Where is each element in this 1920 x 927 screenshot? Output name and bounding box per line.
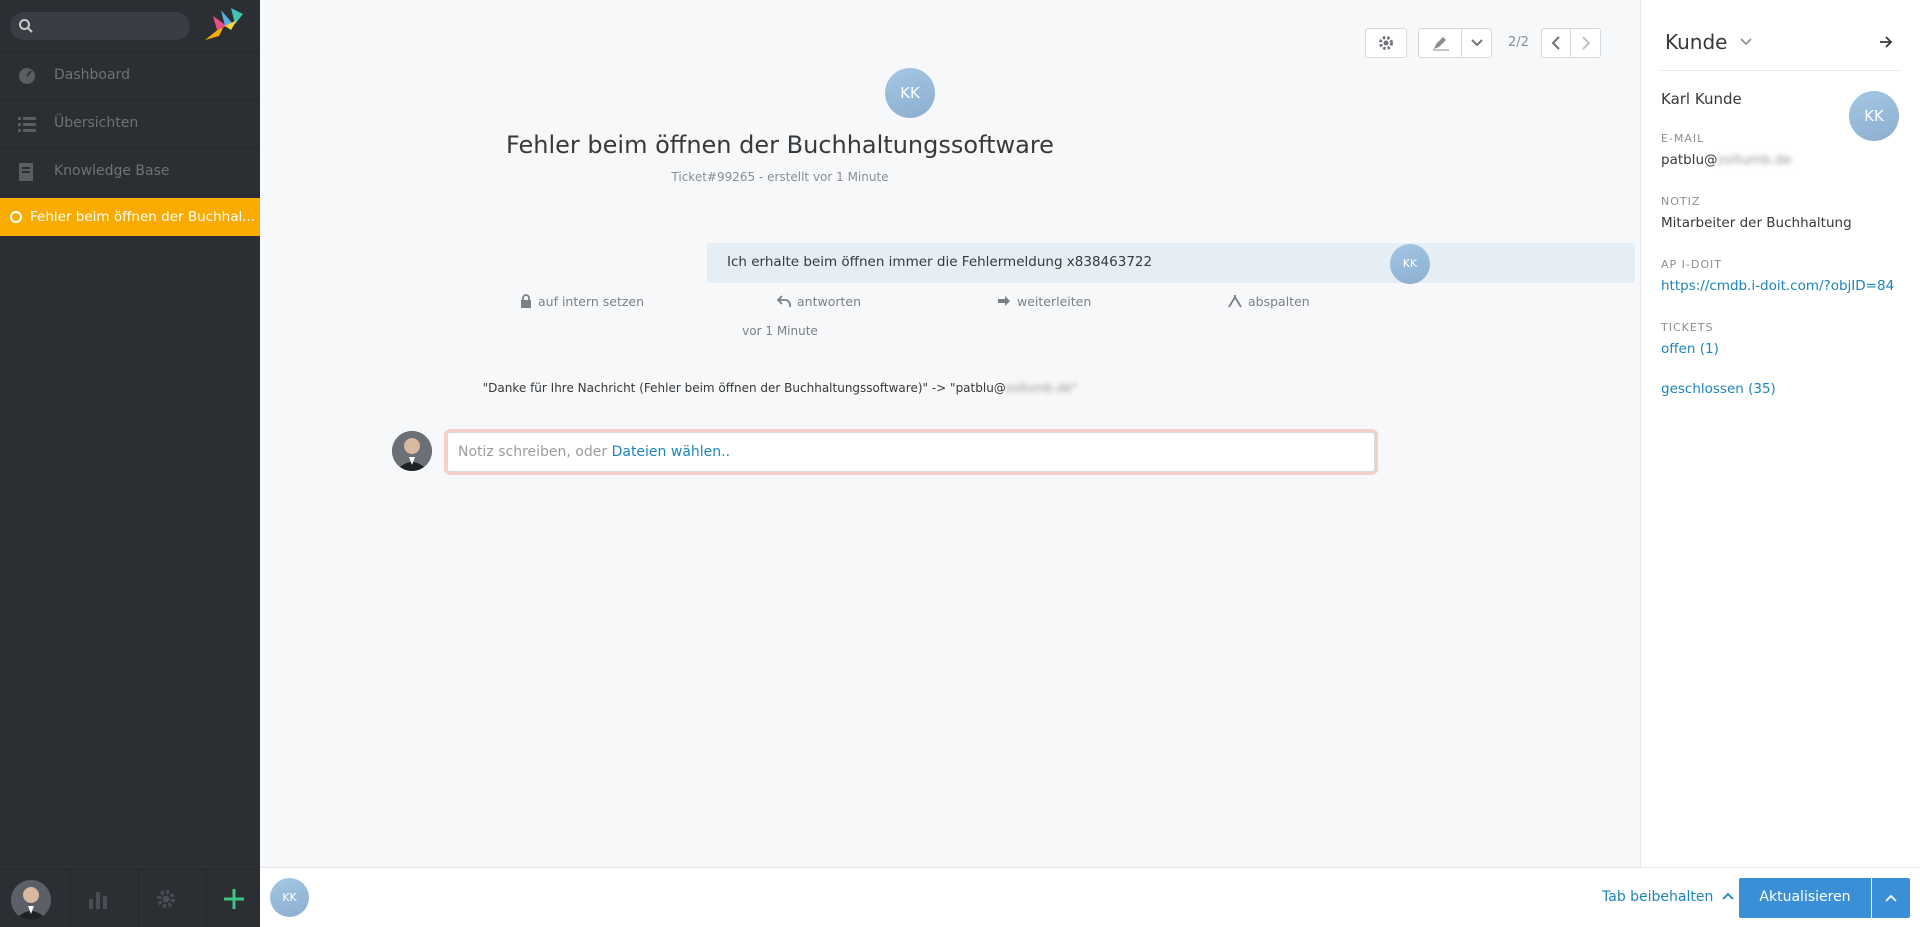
choose-files-link[interactable]: Dateien wählen.. xyxy=(612,444,730,460)
reports-button[interactable] xyxy=(70,870,124,927)
ap-idoit-label: AP I-DOIT xyxy=(1661,258,1722,271)
dashboard-icon xyxy=(19,68,35,84)
chevron-down-icon xyxy=(1740,38,1752,46)
chevron-left-icon xyxy=(1551,36,1560,50)
chevron-down-icon[interactable] xyxy=(1470,37,1484,49)
nav-overviews-label: Übersichten xyxy=(54,115,139,131)
email-label: E-MAIL xyxy=(1661,132,1705,145)
article-sender-avatar[interactable]: KK xyxy=(1390,244,1430,284)
auto-reply-text: "Danke für Ihre Nachricht (Fehler beim ö… xyxy=(482,381,1006,395)
ticket-bottom-bar: KK Tab beibehalten Aktualisieren xyxy=(260,867,1920,927)
user-avatar[interactable] xyxy=(11,880,51,920)
closed-tickets-link[interactable]: geschlossen (35) xyxy=(1661,381,1776,397)
split-action[interactable]: abspalten xyxy=(1228,294,1310,309)
ticket-main: 2/2 KK Fehler beim öffnen der Buchhaltun… xyxy=(260,0,1900,867)
forward-icon xyxy=(998,296,1010,306)
open-ticket-tab[interactable]: Fehler beim öffnen der Buchhal... xyxy=(0,198,260,236)
panel-divider xyxy=(1661,70,1901,71)
update-button[interactable]: Aktualisieren xyxy=(1739,878,1871,918)
customer-avatar-small[interactable]: KK xyxy=(270,878,309,917)
ticket-title[interactable]: Fehler beim öffnen der Buchhaltungssoftw… xyxy=(0,131,1560,159)
open-ticket-tab-label: Fehler beim öffnen der Buchhal... xyxy=(30,209,256,225)
customer-panel-header[interactable]: Kunde xyxy=(1665,30,1752,54)
search-input[interactable] xyxy=(10,12,190,40)
email-visible-part: patblu@ xyxy=(1661,152,1718,168)
reply-label: antworten xyxy=(797,294,862,309)
keep-tab-toggle[interactable]: Tab beibehalten xyxy=(1602,889,1734,905)
gear-icon xyxy=(1379,36,1393,50)
search-icon xyxy=(19,19,33,33)
nav-dashboard-label: Dashboard xyxy=(54,67,130,83)
ap-idoit-link[interactable]: https://cmdb.i-doit.com/?objID=84 xyxy=(1661,278,1894,294)
keep-tab-label: Tab beibehalten xyxy=(1602,889,1714,905)
agent-avatar xyxy=(392,431,432,471)
chevron-right-icon xyxy=(1582,36,1591,50)
set-internal-label: auf intern setzen xyxy=(538,294,645,309)
update-options-button[interactable] xyxy=(1872,878,1910,918)
pen-icon xyxy=(1433,37,1449,51)
ticket-subtitle: Ticket#99265 - erstellt vor 1 Minute xyxy=(671,170,889,184)
sidebar-header xyxy=(0,0,260,52)
ticket-pager-count: 2/2 xyxy=(1508,35,1529,50)
article-body: Ich erhalte beim öffnen immer die Fehler… xyxy=(727,254,1153,270)
nav-dashboard[interactable]: Dashboard xyxy=(0,52,260,100)
ticket-status-icon xyxy=(10,211,22,223)
customer-panel-avatar[interactable]: KK xyxy=(1849,91,1899,141)
reply-action[interactable]: antworten xyxy=(776,294,862,309)
customer-avatar[interactable]: KK xyxy=(885,68,935,118)
forward-action[interactable]: weiterleiten xyxy=(997,294,1091,309)
split-icon xyxy=(1228,295,1242,308)
chevron-up-icon xyxy=(1722,892,1734,900)
email-value: patblu@zollumb.de xyxy=(1661,152,1792,168)
article-timestamp: vor 1 Minute xyxy=(742,324,818,338)
macro-button[interactable] xyxy=(1419,29,1462,57)
chevron-up-icon xyxy=(1885,894,1897,902)
split-label: abspalten xyxy=(1248,294,1310,309)
previous-ticket-button[interactable] xyxy=(1542,29,1571,57)
zammad-logo-icon[interactable] xyxy=(203,6,245,44)
open-tickets-link[interactable]: offen (1) xyxy=(1661,341,1719,357)
auto-reply-notice: "Danke für Ihre Nachricht (Fehler beim ö… xyxy=(0,381,1560,395)
bar-chart-icon xyxy=(89,892,107,909)
next-ticket-button[interactable] xyxy=(1572,29,1600,57)
reply-icon xyxy=(776,295,791,307)
customer-panel-title: Kunde xyxy=(1665,30,1728,54)
note-input[interactable]: Notiz schreiben, oder Dateien wählen.. xyxy=(447,432,1375,472)
plus-icon xyxy=(224,889,244,909)
lock-icon xyxy=(521,294,531,308)
collapse-sidebar-arrow-icon[interactable] xyxy=(1879,35,1893,49)
customer-name: Karl Kunde xyxy=(1661,90,1742,108)
forward-label: weiterleiten xyxy=(1017,294,1092,309)
set-internal-action[interactable]: auf intern setzen xyxy=(520,294,644,309)
macro-button-group xyxy=(1418,28,1492,58)
note-placeholder: Notiz schreiben, oder xyxy=(458,444,612,460)
customer-sidebar: Kunde Karl Kunde KK E-MAIL patblu@zollum… xyxy=(1640,0,1920,867)
note-value[interactable]: Mitarbeiter der Buchhaltung xyxy=(1661,215,1852,231)
gear-icon xyxy=(157,890,175,908)
pager-buttons xyxy=(1541,28,1601,58)
note-label: NOTIZ xyxy=(1661,195,1701,208)
sidebar-footer xyxy=(0,869,260,927)
auto-reply-blurred-domain: zollumb.de" xyxy=(1005,381,1078,395)
new-ticket-button[interactable] xyxy=(206,870,260,927)
settings-button[interactable] xyxy=(138,870,192,927)
tickets-label: TICKETS xyxy=(1661,321,1714,334)
article-message: Ich erhalte beim öffnen immer die Fehler… xyxy=(707,243,1635,283)
email-blurred-part: zollumb.de xyxy=(1717,152,1792,168)
ticket-settings-button[interactable] xyxy=(1365,28,1407,58)
